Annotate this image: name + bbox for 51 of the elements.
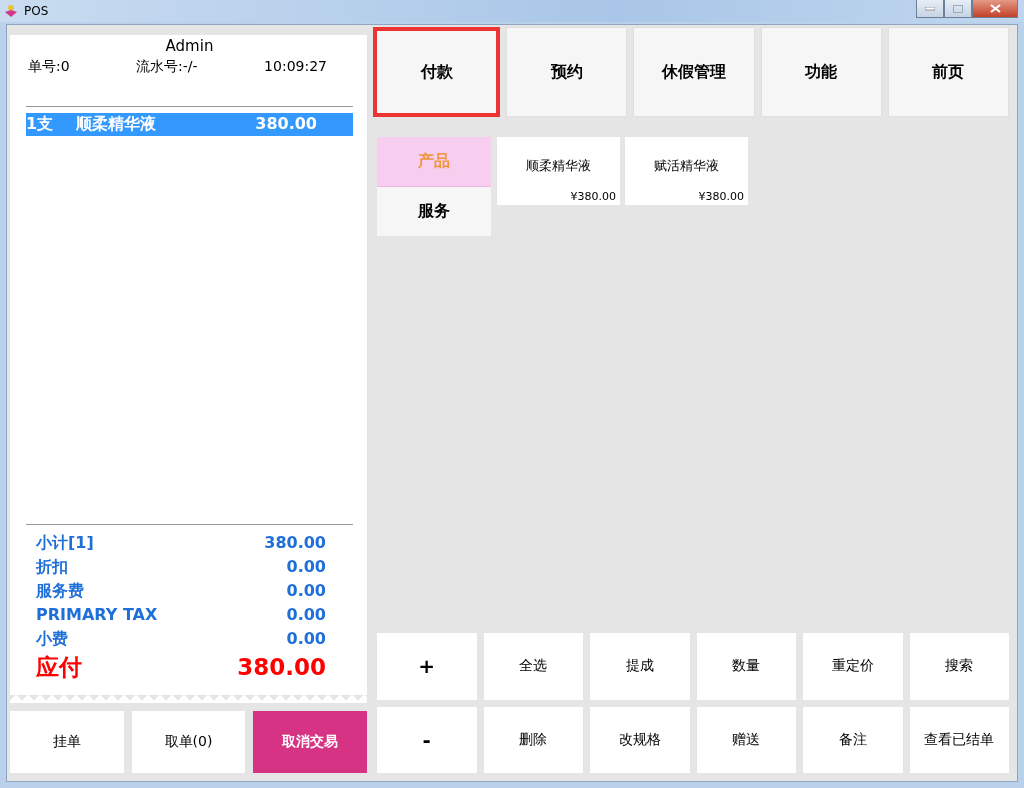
close-button[interactable]: [972, 0, 1018, 18]
keypad-button[interactable]: 改规格: [590, 706, 690, 773]
summary-value: 0.00: [286, 556, 326, 578]
product-price: ¥380.00: [697, 190, 744, 203]
nav-button[interactable]: 休假管理: [633, 27, 755, 117]
keypad-button[interactable]: 重定价: [803, 633, 903, 700]
product-name: 顺柔精华液: [525, 156, 592, 175]
keypad-button[interactable]: 搜索: [909, 633, 1009, 700]
nav-button[interactable]: 功能: [760, 27, 882, 117]
product-name: 赋活精华液: [653, 156, 720, 175]
keypad-button[interactable]: 赠送: [696, 706, 796, 773]
keypad-button[interactable]: 查看已结单: [909, 706, 1009, 773]
order-button[interactable]: 挂单: [10, 711, 124, 773]
maximize-button[interactable]: [944, 0, 972, 18]
window-title: POS: [24, 4, 49, 18]
keypad-button[interactable]: 数量: [696, 633, 796, 700]
serial-number: 流水号:-/-: [136, 58, 198, 76]
category-tab[interactable]: 服务: [377, 187, 491, 236]
summary-value: 0.00: [286, 580, 326, 602]
order-button[interactable]: 取消交易: [253, 711, 367, 773]
summary-label: 应付: [36, 653, 82, 682]
user-name: Admin: [164, 37, 215, 55]
summary-value: 0.00: [286, 604, 326, 626]
product-price: ¥380.00: [569, 190, 616, 203]
order-number: 单号:0: [28, 58, 70, 76]
nav-button[interactable]: 预约: [506, 27, 628, 117]
nav-button[interactable]: 前页: [887, 27, 1009, 117]
order-button[interactable]: 取单(0): [131, 711, 246, 773]
close-icon: [989, 4, 1001, 13]
keypad-button[interactable]: -: [377, 706, 477, 773]
maximize-icon: [953, 4, 963, 13]
keypad-button[interactable]: 提成: [590, 633, 690, 700]
summary-value: 0.00: [286, 628, 326, 650]
nav-button[interactable]: 付款: [373, 27, 501, 117]
summary-label: 小费: [36, 628, 68, 650]
keypad-button[interactable]: 全选: [483, 633, 583, 700]
keypad-button[interactable]: +: [377, 633, 477, 700]
summary-label: PRIMARY TAX: [36, 604, 158, 626]
minimize-icon: [925, 6, 935, 11]
summary-label: 折扣: [36, 556, 68, 578]
summary-value: 380.00: [264, 532, 326, 554]
summary-label: 小计[1]: [36, 532, 94, 554]
minimize-button[interactable]: [916, 0, 944, 18]
product-tile[interactable]: 顺柔精华液 ¥380.00: [497, 137, 620, 205]
summary-label: 服务费: [36, 580, 84, 602]
summary-value: 380.00: [237, 653, 326, 682]
app-icon: [4, 4, 18, 18]
time-text: 10:09:27: [264, 58, 327, 76]
keypad-button[interactable]: 备注: [803, 706, 903, 773]
product-tile[interactable]: 赋活精华液 ¥380.00: [625, 137, 748, 205]
keypad-button[interactable]: 删除: [483, 706, 583, 773]
